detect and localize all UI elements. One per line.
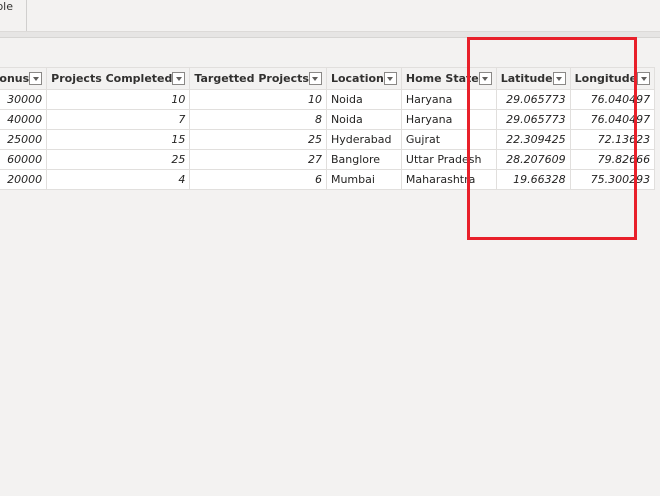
column-header-label: Location xyxy=(330,72,384,85)
filter-dropdown-icon[interactable] xyxy=(383,72,397,85)
cell-home-state[interactable]: Haryana xyxy=(400,89,497,110)
filter-dropdown-icon[interactable] xyxy=(552,72,566,85)
cell-location[interactable]: Banglore xyxy=(325,149,402,170)
column-header-label: Latitude xyxy=(500,72,553,85)
filter-dropdown-icon[interactable] xyxy=(172,72,186,85)
top-tab[interactable]: ble xyxy=(0,0,27,31)
cell-latitude[interactable]: 29.065773 xyxy=(495,109,571,130)
cell-home-state[interactable]: Haryana xyxy=(400,109,497,130)
column-header-targetted-projects[interactable]: Targetted Projects xyxy=(189,67,327,90)
column-header-projects-completed[interactable]: Projects Completed xyxy=(46,67,191,90)
cell-projects-completed[interactable]: 4 xyxy=(46,169,191,190)
cell-latitude[interactable]: 19.66328 xyxy=(495,169,571,190)
column-header-latitude[interactable]: Latitude xyxy=(495,67,571,90)
cell-bonus[interactable]: 60000 xyxy=(0,149,48,170)
cell-projects-completed[interactable]: 25 xyxy=(46,149,191,170)
cell-targetted-projects[interactable]: 27 xyxy=(189,149,327,170)
table-row: 40000 7 8 Noida Haryana 29.065773 76.040… xyxy=(0,109,656,130)
table-row: 60000 25 27 Banglore Uttar Pradesh 28.20… xyxy=(0,149,656,170)
filter-dropdown-icon[interactable] xyxy=(478,72,492,85)
cell-location[interactable]: Mumbai xyxy=(325,169,402,190)
cell-location[interactable]: Noida xyxy=(325,89,402,110)
cell-location[interactable]: Hyderabad xyxy=(325,129,402,150)
cell-targetted-projects[interactable]: 6 xyxy=(189,169,327,190)
data-grid: Bonus Projects Completed Targetted Proje… xyxy=(0,67,656,190)
column-header-longitude[interactable]: Longitude xyxy=(569,67,656,90)
cell-home-state[interactable]: Gujrat xyxy=(400,129,497,150)
filter-dropdown-icon[interactable] xyxy=(308,72,322,85)
column-header-label: Longitude xyxy=(574,72,638,85)
header-row: Bonus Projects Completed Targetted Proje… xyxy=(0,67,656,90)
cell-location[interactable]: Noida xyxy=(325,109,402,130)
cell-latitude[interactable]: 28.207609 xyxy=(495,149,571,170)
cell-longitude[interactable]: 75.300293 xyxy=(569,169,656,190)
cell-projects-completed[interactable]: 15 xyxy=(46,129,191,150)
cell-targetted-projects[interactable]: 8 xyxy=(189,109,327,130)
cell-bonus[interactable]: 20000 xyxy=(0,169,48,190)
cell-longitude[interactable]: 76.040497 xyxy=(569,89,656,110)
cell-targetted-projects[interactable]: 25 xyxy=(189,129,327,150)
table-row: 30000 10 10 Noida Haryana 29.065773 76.0… xyxy=(0,89,656,110)
top-tab-label: ble xyxy=(0,0,13,13)
top-strip: ble xyxy=(0,0,660,32)
table-row: 20000 4 6 Mumbai Maharashtra 19.66328 75… xyxy=(0,169,656,190)
cell-latitude[interactable]: 29.065773 xyxy=(495,89,571,110)
cell-latitude[interactable]: 22.309425 xyxy=(495,129,571,150)
cell-targetted-projects[interactable]: 10 xyxy=(189,89,327,110)
column-header-bonus[interactable]: Bonus xyxy=(0,67,48,90)
filter-dropdown-icon[interactable] xyxy=(29,72,43,85)
formula-bar-band xyxy=(0,32,660,38)
cell-home-state[interactable]: Uttar Pradesh xyxy=(400,149,497,170)
column-header-label: Projects Completed xyxy=(51,72,173,85)
cell-projects-completed[interactable]: 10 xyxy=(46,89,191,110)
cell-bonus[interactable]: 25000 xyxy=(0,129,48,150)
table-row: 25000 15 25 Hyderabad Gujrat 22.309425 7… xyxy=(0,129,656,150)
filter-dropdown-icon[interactable] xyxy=(637,72,651,85)
column-header-label: Bonus xyxy=(0,72,30,85)
cell-longitude[interactable]: 76.040497 xyxy=(569,109,656,130)
cell-home-state[interactable]: Maharashtra xyxy=(400,169,497,190)
cell-bonus[interactable]: 30000 xyxy=(0,89,48,110)
column-header-location[interactable]: Location xyxy=(325,67,402,90)
cell-longitude[interactable]: 72.13623 xyxy=(569,129,656,150)
column-header-label: Targetted Projects xyxy=(194,72,309,85)
column-header-label: Home State xyxy=(405,72,479,85)
column-header-home-state[interactable]: Home State xyxy=(400,67,497,90)
cell-bonus[interactable]: 40000 xyxy=(0,109,48,130)
cell-longitude[interactable]: 79.82666 xyxy=(569,149,656,170)
cell-projects-completed[interactable]: 7 xyxy=(46,109,191,130)
